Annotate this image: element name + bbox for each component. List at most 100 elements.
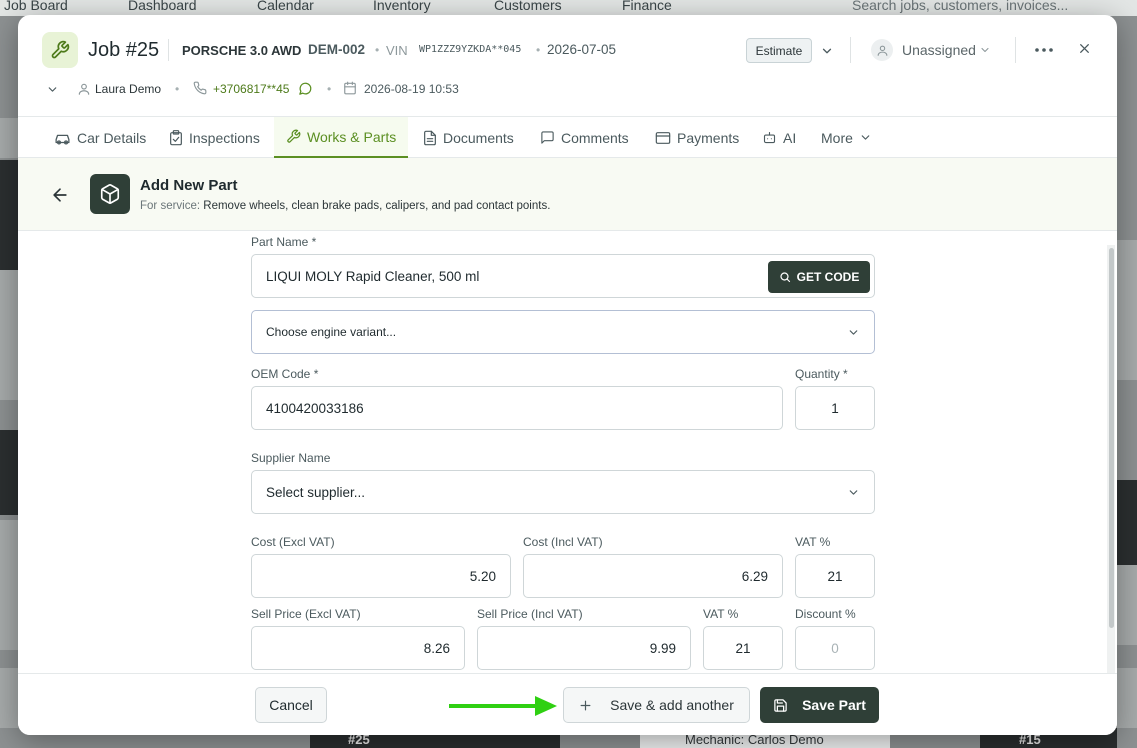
vin-label: VIN [386,43,408,58]
wrench-icon [287,129,301,143]
tab-works-parts[interactable]: Works & Parts [274,117,409,158]
cancel-button[interactable]: Cancel [255,687,327,723]
job-title: Job #25 [88,39,160,61]
cost-vat-input[interactable]: 21 [795,554,875,598]
whatsapp-icon[interactable] [298,81,313,96]
tab-payments[interactable]: Payments [655,117,739,158]
tab-label: Payments [677,129,740,146]
sell-incl-value: 9.99 [649,640,676,656]
tab-ai[interactable]: AI [762,117,796,158]
separator-dot: • [327,82,332,96]
tab-label: Documents [443,129,514,146]
job-date: 2026-07-05 [547,42,617,57]
phone-icon [193,81,207,95]
chevron-down-icon [849,489,858,495]
bg-card-right-2 [1117,565,1137,645]
tab-label: Car Details [77,129,147,146]
appointment-datetime: 2026-08-19 10:53 [364,82,459,96]
job-tabs: Car Details Inspections Works & Parts Do… [18,116,1117,158]
quantity-value: 1 [831,400,839,416]
cost-excl-label: Cost (Excl VAT) [251,535,335,549]
bg-card-right-1 [1117,240,1137,380]
bg-nav-inventory: Inventory [373,0,431,13]
job-modal: Job #25 PORSCHE 3.0 AWD DEM-002 • VIN WP… [18,15,1117,735]
assignee-dropdown[interactable]: Unassigned [902,42,976,58]
more-options-icon[interactable] [1033,40,1055,60]
user-icon [871,39,893,61]
sell-excl-label: Sell Price (Excl VAT) [251,607,361,621]
tab-inspections[interactable]: Inspections [169,117,260,158]
separator-dot: • [175,82,180,96]
engine-variant-select[interactable]: Choose engine variant... [251,310,875,354]
cost-excl-value: 5.20 [469,568,496,584]
customer-phone[interactable]: +3706817**45 [213,82,289,96]
bg-card-left-3 [0,520,18,650]
plus-icon [580,700,591,710]
chevron-down-icon [861,135,870,140]
cost-incl-value: 6.29 [741,568,768,584]
bg-nav-customers: Customers [494,0,562,13]
get-code-label: GET CODE [796,270,860,284]
discount-input[interactable]: 0 [795,626,875,670]
bg-nav-dashboard: Dashboard [128,0,197,13]
bg-card-right-image [1117,480,1137,565]
oem-code-input[interactable]: 4100420033186 [251,386,783,430]
separator-dot: • [375,43,380,57]
annotation-arrow-icon [449,696,557,716]
save-part-button[interactable]: Save Part [760,687,879,723]
tab-documents[interactable]: Documents [423,117,514,158]
save-add-another-button[interactable]: Save & add another [563,687,750,723]
service-description: For service: Remove wheels, clean brake … [140,200,550,212]
car-icon [55,134,70,145]
cost-incl-input[interactable]: 6.29 [523,554,783,598]
status-estimate-button[interactable]: Estimate [746,38,812,63]
background-nav-bar: Job Board Dashboard Calendar Inventory C… [0,0,1137,16]
tab-label: Inspections [189,129,260,146]
tab-comments[interactable]: Comments [540,117,629,158]
bg-nav-finance: Finance [622,0,672,13]
car-model: PORSCHE 3.0 AWD [182,43,302,58]
engine-variant-placeholder: Choose engine variant... [266,325,397,339]
cost-incl-label: Cost (Incl VAT) [523,535,603,549]
separator-dot: • [536,43,541,57]
quantity-label: Quantity * [795,367,848,381]
expand-chevron-down-icon[interactable] [46,83,59,96]
bg-card-left-image-2 [0,430,18,515]
person-icon [78,83,90,95]
divider [168,39,169,61]
status-chevron-down-icon[interactable] [820,44,834,58]
supplier-placeholder: Select supplier... [266,484,366,500]
sell-excl-input[interactable]: 8.26 [251,626,465,670]
supplier-select[interactable]: Select supplier... [251,470,875,514]
assignee-chevron-down-icon[interactable] [979,44,991,56]
back-arrow-icon[interactable] [50,185,70,205]
license-plate: DEM-002 [308,42,366,57]
search-icon [780,272,790,283]
sell-vat-label: VAT % [703,607,739,621]
get-code-button[interactable]: GET CODE [768,261,870,293]
bg-card-left-4 [0,668,18,728]
part-form: Part Name * LIQUI MOLY Rapid Cleaner, 50… [18,231,1117,673]
oem-code-value: 4100420033186 [266,400,364,416]
part-name-input[interactable]: LIQUI MOLY Rapid Cleaner, 500 ml GET COD… [251,254,875,298]
sell-vat-input[interactable]: 21 [703,626,783,670]
robot-icon [763,131,776,144]
supplier-label: Supplier Name [251,451,331,465]
bg-card-left-2 [0,270,18,400]
job-header: Job #25 PORSCHE 3.0 AWD DEM-002 • VIN WP… [18,15,1117,116]
cost-excl-input[interactable]: 5.20 [251,554,511,598]
service-prefix: For service: [140,200,201,212]
sell-excl-value: 8.26 [423,640,450,656]
sell-incl-input[interactable]: 9.99 [477,626,691,670]
close-icon[interactable] [1075,39,1093,57]
scrollbar-thumb[interactable] [1109,248,1114,628]
tab-car-details[interactable]: Car Details [54,117,146,158]
package-icon [90,174,130,214]
job-subheader: Laura Demo • +3706817**45 • 2026-08-19 1… [18,79,1117,101]
customer-name[interactable]: Laura Demo [95,82,161,96]
quantity-input[interactable]: 1 [795,386,875,430]
tab-more[interactable]: More [821,117,878,158]
comment-icon [541,131,554,144]
divider [850,37,851,63]
document-icon [424,130,436,145]
